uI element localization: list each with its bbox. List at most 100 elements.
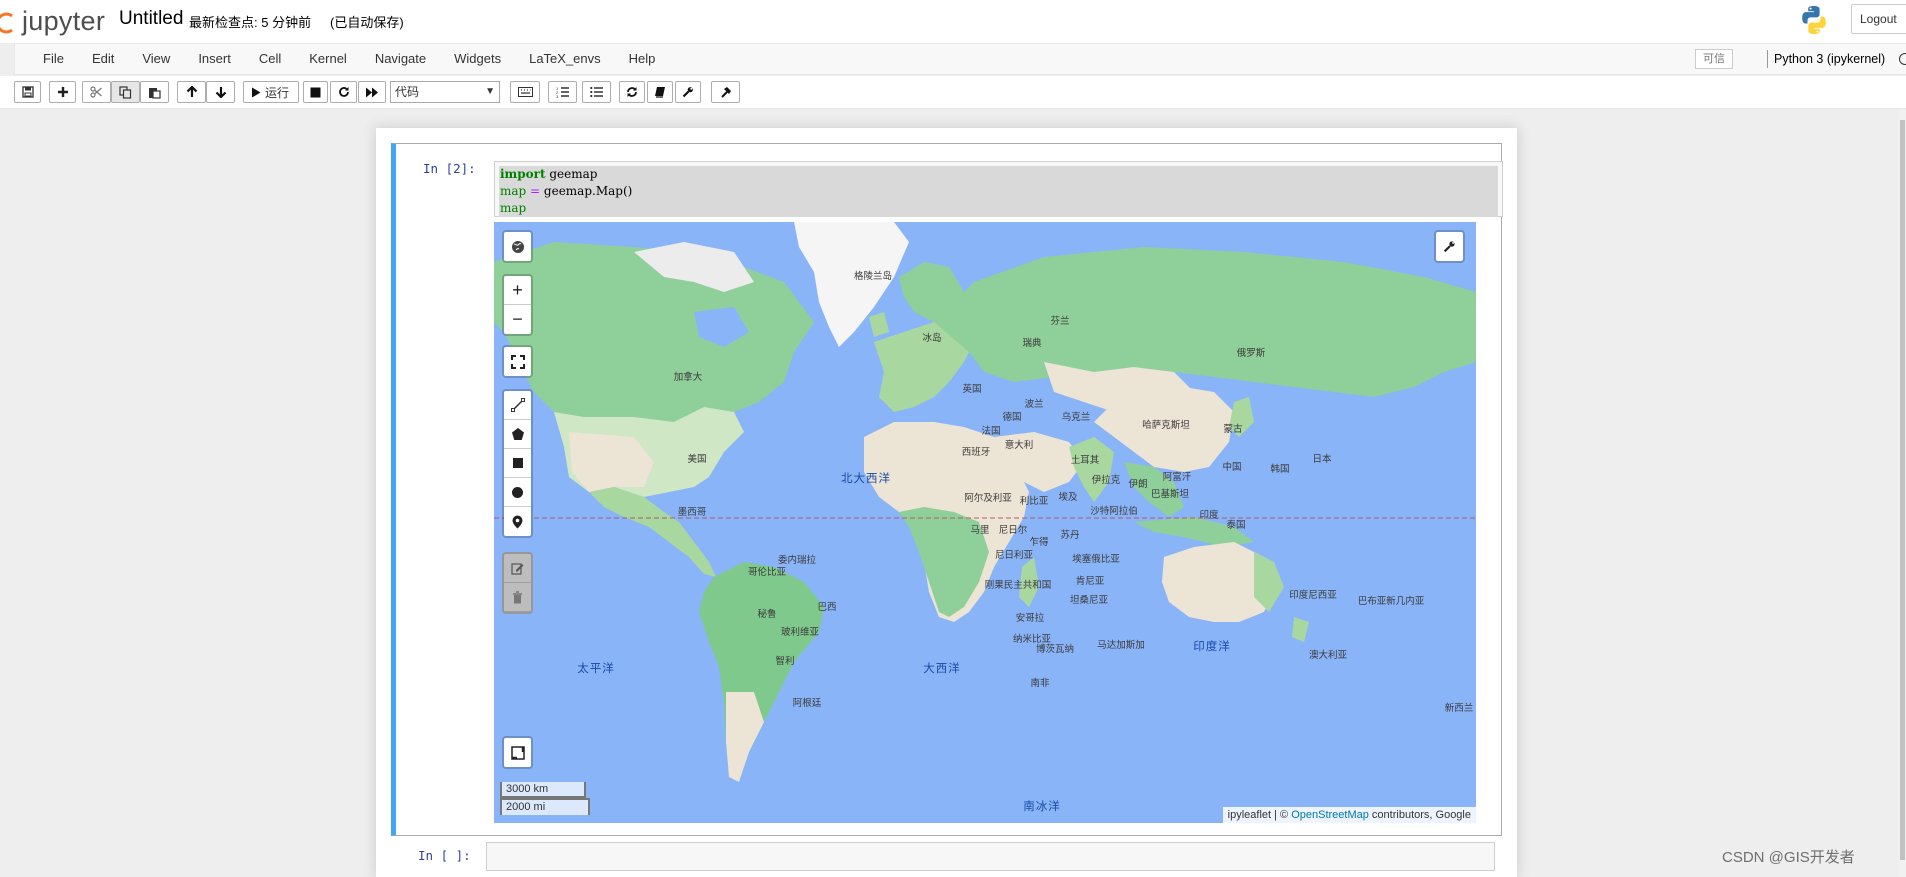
globe-icon[interactable] <box>504 232 531 261</box>
openstreetmap-link[interactable]: OpenStreetMap <box>1291 809 1369 821</box>
trash-icon[interactable] <box>504 583 531 612</box>
country-label: 日本 <box>1312 454 1332 465</box>
refresh-button[interactable] <box>619 81 645 103</box>
scrollbar-thumb[interactable] <box>1900 120 1905 860</box>
map-widget[interactable]: 北大西洋 太平洋 大西洋 印度洋 南冰洋 格陵兰岛 冰岛 芬兰 瑞典 俄罗斯 英… <box>494 222 1476 823</box>
hammer-button[interactable] <box>711 81 740 103</box>
run-label: 运行 <box>265 85 290 100</box>
country-label: 利比亚 <box>1019 496 1049 507</box>
country-label: 英国 <box>962 384 982 395</box>
interrupt-button[interactable] <box>303 81 328 103</box>
copy-button[interactable] <box>111 81 140 103</box>
country-label: 马达加斯加 <box>1097 640 1145 651</box>
circle-icon[interactable] <box>504 478 531 507</box>
menu-cell[interactable]: Cell <box>245 44 295 74</box>
country-label: 肯尼亚 <box>1075 576 1105 587</box>
code-text: geemap.Map() <box>543 184 633 198</box>
country-label: 澳大利亚 <box>1308 650 1348 661</box>
fullscreen-control[interactable] <box>502 345 533 378</box>
menu-insert[interactable]: Insert <box>184 44 245 74</box>
move-down-button[interactable] <box>206 81 235 103</box>
country-label: 印度 <box>1199 510 1219 521</box>
country-label: 巴布亚新几内亚 <box>1357 596 1425 607</box>
country-label: 巴西 <box>817 602 837 613</box>
cut-button[interactable] <box>82 81 111 103</box>
menu-file[interactable]: File <box>29 44 78 74</box>
menu-widgets[interactable]: Widgets <box>440 44 515 74</box>
numbered-list-button[interactable]: 123 <box>548 81 577 103</box>
country-label: 泰国 <box>1226 520 1246 531</box>
run-button[interactable]: 运行 <box>243 81 299 103</box>
menu-navigate[interactable]: Navigate <box>361 44 440 74</box>
layers-icon[interactable] <box>504 738 531 767</box>
ocean-label: 太平洋 <box>577 663 615 675</box>
paste-button[interactable] <box>140 81 169 103</box>
country-label: 沙特阿拉伯 <box>1090 506 1138 517</box>
country-label: 西班牙 <box>961 447 991 458</box>
numbered-list-icon: 123 <box>556 86 569 98</box>
country-label: 蒙古 <box>1223 424 1243 435</box>
basemap-control[interactable] <box>502 230 533 263</box>
country-label: 芬兰 <box>1050 316 1070 327</box>
menu-view[interactable]: View <box>128 44 184 74</box>
jupyter-logo[interactable]: jupyter <box>0 6 105 36</box>
menu-latex-envs[interactable]: LaTeX_envs <box>515 44 615 74</box>
restart-button[interactable] <box>330 81 357 103</box>
vertical-scrollbar[interactable] <box>1899 110 1906 877</box>
country-label: 伊朗 <box>1128 479 1148 490</box>
scale-km: 3000 km <box>500 782 586 798</box>
polyline-icon[interactable] <box>504 391 531 420</box>
code-line: map <box>499 200 1498 217</box>
country-label: 德国 <box>1002 412 1022 423</box>
country-label: 印度尼西亚 <box>1289 590 1337 601</box>
fullscreen-icon[interactable] <box>504 347 531 376</box>
logout-button[interactable]: Logout <box>1851 4 1906 34</box>
edit-control <box>502 552 533 614</box>
move-up-button[interactable] <box>177 81 206 103</box>
zoom-control: + − <box>502 274 533 336</box>
wrench-button[interactable] <box>675 81 701 103</box>
menubar: File Edit View Insert Cell Kernel Naviga… <box>14 43 1906 75</box>
zoom-out-button[interactable]: − <box>504 305 531 334</box>
settings-control[interactable] <box>1434 230 1465 263</box>
notebook-name[interactable]: Untitled <box>119 8 183 30</box>
trusted-indicator[interactable]: 可信 <box>1695 49 1733 69</box>
input-prompt: In [ ]: <box>418 848 471 863</box>
zoom-in-button[interactable]: + <box>504 276 531 305</box>
country-label: 阿尔及利亚 <box>964 493 1012 504</box>
code-line: map = geemap.Map() <box>499 183 1498 200</box>
command-palette-button[interactable] <box>510 81 540 103</box>
map-attribution: ipyleaflet | © OpenStreetMap contributor… <box>1222 807 1476 823</box>
layers-control[interactable] <box>502 736 533 769</box>
rectangle-icon[interactable] <box>504 449 531 478</box>
save-button[interactable] <box>14 81 41 103</box>
book-button[interactable] <box>647 81 673 103</box>
insert-cell-button[interactable] <box>49 81 76 103</box>
copy-icon <box>119 85 132 99</box>
draw-control <box>502 389 533 538</box>
menu-edit[interactable]: Edit <box>78 44 128 74</box>
bullet-list-button[interactable] <box>582 81 611 103</box>
restart-run-all-button[interactable] <box>358 81 386 103</box>
attribution-prefix: ipyleaflet | © <box>1227 809 1292 821</box>
attribution-suffix: contributors, Google <box>1368 809 1471 821</box>
edit-icon[interactable] <box>504 554 531 583</box>
cell-type-select[interactable]: 代码 ▼ <box>390 81 500 103</box>
country-label: 新西兰 <box>1444 703 1474 714</box>
country-label: 乍得 <box>1029 537 1049 548</box>
polygon-icon[interactable] <box>504 420 531 449</box>
empty-code-editor[interactable] <box>486 842 1495 871</box>
scale-mi: 2000 mi <box>500 798 590 815</box>
wrench-icon[interactable] <box>1436 232 1463 261</box>
chevron-down-icon: ▼ <box>485 86 495 97</box>
code-editor[interactable]: import geemap map = geemap.Map() map <box>494 161 1503 217</box>
arrow-up-icon <box>186 86 197 97</box>
cell-type-value: 代码 <box>395 85 420 99</box>
country-label: 博茨瓦纳 <box>1035 644 1075 655</box>
country-label: 玻利维亚 <box>780 627 820 638</box>
code-operator: = <box>526 184 544 198</box>
marker-icon[interactable] <box>504 507 531 536</box>
arrow-down-icon <box>215 87 226 98</box>
menu-help[interactable]: Help <box>615 44 670 74</box>
menu-kernel[interactable]: Kernel <box>295 44 361 74</box>
